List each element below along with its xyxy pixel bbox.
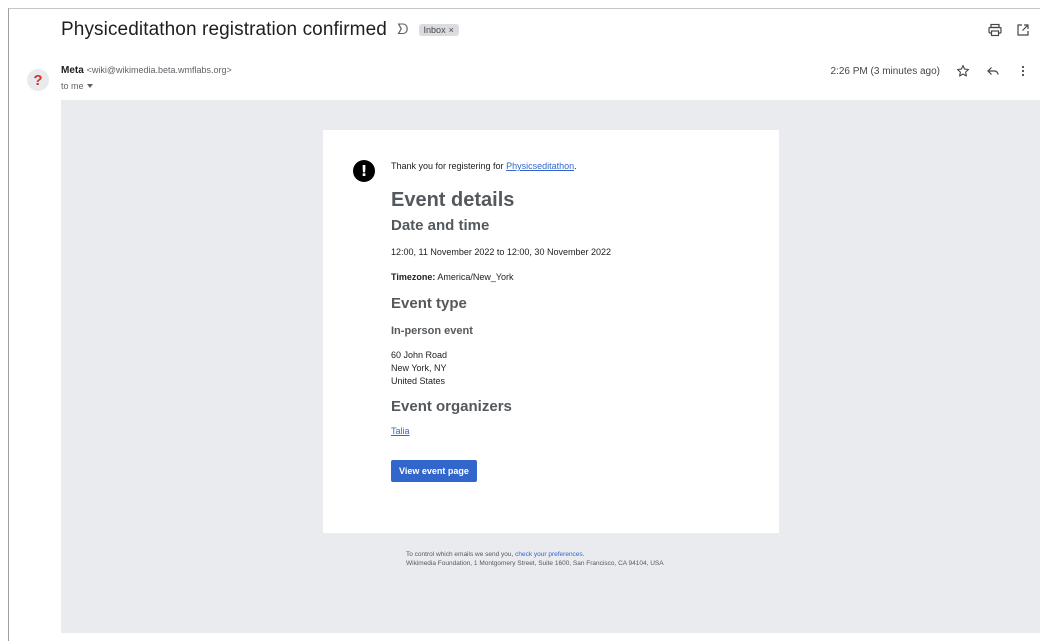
- avatar-glyph: ?: [33, 71, 43, 89]
- email-card: ! Thank you for registering for Physicse…: [323, 130, 779, 533]
- sender-email: <wiki@wikimedia.beta.wmflabs.org>: [86, 65, 232, 75]
- timezone-line: Timezone: America/New_York: [391, 271, 751, 284]
- event-address: 60 John Road New York, NY United States: [391, 349, 751, 388]
- address-line: 60 John Road: [391, 350, 448, 360]
- organizer-link[interactable]: Talia: [391, 426, 410, 436]
- inbox-label-chip: Inbox ×: [418, 24, 459, 36]
- footer-line-preferences: To control which emails we send you, che…: [406, 550, 664, 559]
- open-in-new-window-icon[interactable]: [1016, 23, 1030, 37]
- date-time-heading: Date and time: [391, 217, 490, 234]
- chevron-down-icon: [86, 84, 93, 88]
- timezone-label: Timezone:: [391, 272, 436, 282]
- message-timestamp: 2:26 PM (3 minutes ago): [830, 65, 941, 77]
- subject-row: Physiceditathon registration confirmed ᗤ…: [61, 19, 459, 41]
- email-footer: To control which emails we send you, che…: [406, 550, 664, 568]
- sender-line: Meta <wiki@wikimedia.beta.wmflabs.org>: [61, 65, 232, 76]
- address-line: United States: [391, 376, 446, 386]
- event-type-heading: Event type: [391, 295, 467, 312]
- importance-marker-icon[interactable]: ᗤ: [397, 23, 409, 37]
- alert-icon: !: [353, 160, 375, 182]
- preferences-link[interactable]: check your preferences: [515, 551, 583, 558]
- inbox-label-text: Inbox: [423, 25, 446, 35]
- button-wrap: View event page: [391, 460, 751, 482]
- footer-address: Wikimedia Foundation, 1 Montgomery Stree…: [406, 560, 664, 567]
- email-body-background: ! Thank you for registering for Physicse…: [61, 100, 1040, 633]
- event-link[interactable]: Physicseditathon: [506, 161, 574, 171]
- sender-name[interactable]: Meta: [61, 65, 84, 76]
- intro-paragraph: Thank you for registering for Physicsedi…: [391, 160, 751, 173]
- recipient-details-toggle[interactable]: to me: [61, 81, 93, 91]
- organizer-line: Talia: [391, 425, 751, 438]
- recipient-text: to me: [61, 81, 84, 91]
- remove-label-icon[interactable]: ×: [449, 25, 454, 35]
- email-content: Thank you for registering for Physicsedi…: [391, 160, 751, 482]
- intro-text: Thank you for registering for: [391, 161, 507, 171]
- print-icon[interactable]: [988, 23, 1002, 37]
- view-event-page-button[interactable]: View event page: [391, 460, 477, 482]
- message-meta-actions: 2:26 PM (3 minutes ago): [831, 64, 1031, 78]
- top-actions: [988, 23, 1030, 37]
- gmail-message-view: Physiceditathon registration confirmed ᗤ…: [8, 8, 1040, 641]
- footer-line1-text: To control which emails we send you,: [406, 551, 516, 558]
- timezone-value: America/New_York: [437, 272, 514, 282]
- sender-avatar[interactable]: ?: [27, 69, 49, 91]
- intro-period: .: [574, 161, 577, 171]
- email-subject: Physiceditathon registration confirmed: [61, 19, 387, 40]
- event-type-value: In-person event: [391, 325, 473, 337]
- star-icon[interactable]: [956, 64, 970, 78]
- footer-line1-end: .: [582, 551, 585, 558]
- event-details-heading: Event details: [391, 189, 515, 211]
- event-organizers-heading: Event organizers: [391, 398, 512, 415]
- address-line: New York, NY: [391, 363, 447, 373]
- more-options-icon[interactable]: [1016, 64, 1030, 78]
- date-time-value: 12:00, 11 November 2022 to 12:00, 30 Nov…: [391, 247, 611, 257]
- reply-icon[interactable]: [986, 64, 1000, 78]
